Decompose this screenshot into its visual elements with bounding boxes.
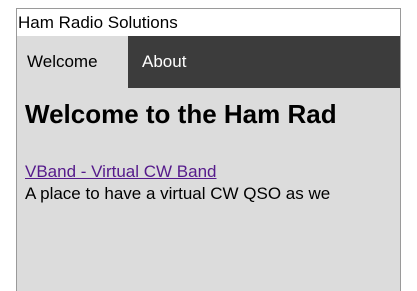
navigation-bar: Welcome About <box>17 36 400 88</box>
vband-description: A place to have a virtual CW QSO as we <box>25 184 331 203</box>
page-title: Welcome to the Ham Rad <box>25 99 337 129</box>
vband-link[interactable]: VBand - Virtual CW Band <box>25 162 217 182</box>
tab-welcome-label: Welcome <box>27 52 98 71</box>
tab-about[interactable]: About <box>128 36 201 88</box>
tab-welcome[interactable]: Welcome <box>17 36 128 88</box>
tab-about-label: About <box>142 52 187 71</box>
browser-frame: Ham Radio Solutions Welcome About Welcom… <box>16 8 401 291</box>
app-title: Ham Radio Solutions <box>17 9 400 36</box>
